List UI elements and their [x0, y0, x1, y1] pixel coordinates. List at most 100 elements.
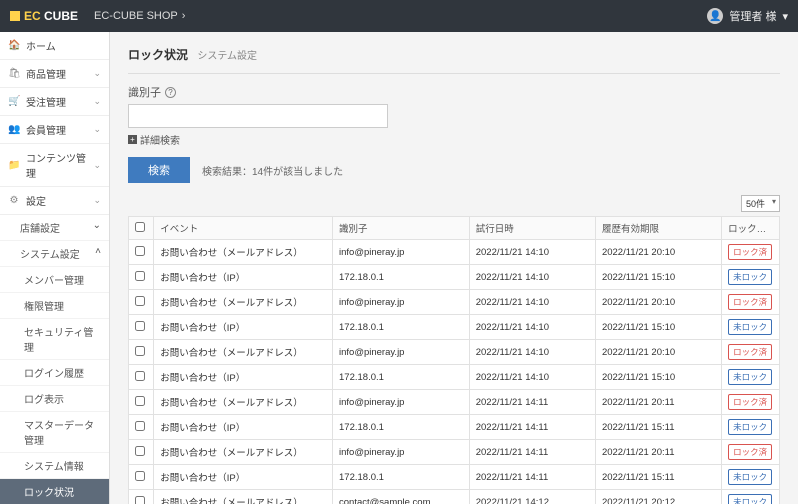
main-content: ロック状況 システム設定 識別子 ? + 詳細検索 検索 検索結果：14件が該当… — [110, 32, 798, 504]
cell-attempt-time: 2022/11/21 14:10 — [469, 290, 595, 315]
nav-sub-sub1[interactable]: 店舗設定⌄ — [0, 215, 109, 241]
help-icon[interactable]: ? — [165, 87, 176, 98]
cell-attempt-time: 2022/11/21 14:11 — [469, 390, 595, 415]
cell-attempt-time: 2022/11/21 14:10 — [469, 265, 595, 290]
nav-item-0[interactable]: 🏠ホーム — [0, 32, 109, 60]
nav-label: 設定 — [26, 193, 46, 208]
logo[interactable]: EC CUBE — [10, 9, 78, 23]
nav-label: 店舗設定 — [20, 224, 60, 235]
table-row: お問い合わせ（IP）172.18.0.12022/11/21 14:102022… — [129, 265, 780, 290]
cell-status: ロック済 — [722, 340, 780, 365]
cell-status: 未ロック — [722, 365, 780, 390]
cell-expiry: 2022/11/21 20:10 — [595, 340, 721, 365]
table-row: お問い合わせ（メールアドレス）contact@sample.com2022/11… — [129, 490, 780, 504]
identifier-input[interactable] — [128, 104, 388, 128]
search-button[interactable]: 検索 — [128, 157, 190, 183]
row-checkbox[interactable] — [135, 346, 145, 356]
shop-link[interactable]: EC-CUBE SHOP› — [94, 10, 185, 22]
cell-event: お問い合わせ（IP） — [154, 315, 333, 340]
status-badge: 未ロック — [728, 469, 772, 485]
nav-item-3[interactable]: 👥会員管理⌄ — [0, 116, 109, 144]
cell-expiry: 2022/11/21 15:10 — [595, 265, 721, 290]
nav-label: 権限管理 — [24, 302, 64, 313]
nav-label: メンバー管理 — [24, 276, 84, 287]
detail-search-label: 詳細検索 — [140, 132, 180, 147]
col-head-0 — [129, 217, 154, 240]
cell-status: 未ロック — [722, 315, 780, 340]
nav-icon: 🏠 — [8, 40, 20, 51]
detail-search-toggle[interactable]: + 詳細検索 — [128, 132, 780, 147]
status-badge: 未ロック — [728, 494, 772, 504]
cube-icon — [10, 11, 20, 21]
row-checkbox[interactable] — [135, 396, 145, 406]
cell-identifier: info@pineray.jp — [333, 440, 470, 465]
cell-expiry: 2022/11/21 15:11 — [595, 415, 721, 440]
row-checkbox[interactable] — [135, 296, 145, 306]
table-row: お問い合わせ（IP）172.18.0.12022/11/21 14:102022… — [129, 315, 780, 340]
chevron-down-icon: ⌄ — [93, 96, 101, 107]
breadcrumb: ロック状況 システム設定 — [128, 40, 780, 74]
col-head-2: 識別子 — [333, 217, 470, 240]
row-checkbox[interactable] — [135, 321, 145, 331]
row-checkbox-cell — [129, 240, 154, 265]
cell-identifier: 172.18.0.1 — [333, 415, 470, 440]
user-menu[interactable]: 👤 管理者 様 ▾ — [707, 8, 788, 24]
row-checkbox-cell — [129, 315, 154, 340]
cell-attempt-time: 2022/11/21 14:11 — [469, 415, 595, 440]
row-checkbox[interactable] — [135, 421, 145, 431]
nav-system-3[interactable]: ログイン履歴 — [0, 360, 109, 386]
status-badge: ロック済 — [728, 244, 772, 260]
nav-system-2[interactable]: セキュリティ管理 — [0, 319, 109, 360]
select-all-checkbox[interactable] — [135, 222, 145, 232]
nav-item-2[interactable]: 🛒受注管理⌄ — [0, 88, 109, 116]
row-checkbox-cell — [129, 440, 154, 465]
nav-item-4[interactable]: 📁コンテンツ管理⌄ — [0, 144, 109, 187]
nav-system-6[interactable]: システム情報 — [0, 453, 109, 479]
cell-attempt-time: 2022/11/21 14:10 — [469, 315, 595, 340]
chevron-down-icon: ⌄ — [93, 160, 101, 171]
cell-expiry: 2022/11/21 20:10 — [595, 290, 721, 315]
cell-status: 未ロック — [722, 415, 780, 440]
avatar-icon: 👤 — [707, 8, 723, 24]
row-checkbox[interactable] — [135, 446, 145, 456]
table-row: お問い合わせ（IP）172.18.0.12022/11/21 14:112022… — [129, 465, 780, 490]
row-checkbox-cell — [129, 290, 154, 315]
cell-status: ロック済 — [722, 390, 780, 415]
nav-label: システム情報 — [24, 462, 84, 473]
cell-attempt-time: 2022/11/21 14:10 — [469, 365, 595, 390]
nav-label: コンテンツ管理 — [26, 150, 87, 180]
cell-event: お問い合わせ（メールアドレス） — [154, 390, 333, 415]
search-label-row: 識別子 ? — [128, 84, 780, 100]
nav-system-1[interactable]: 権限管理 — [0, 293, 109, 319]
row-checkbox-cell — [129, 415, 154, 440]
cell-status: ロック済 — [722, 290, 780, 315]
status-badge: 未ロック — [728, 269, 772, 285]
table-row: お問い合わせ（メールアドレス）info@pineray.jp2022/11/21… — [129, 340, 780, 365]
cell-expiry: 2022/11/21 20:11 — [595, 440, 721, 465]
nav-item-5[interactable]: ⚙設定⌄ — [0, 187, 109, 215]
nav-item-1[interactable]: 🛍商品管理⌄ — [0, 60, 109, 88]
cell-identifier: info@pineray.jp — [333, 290, 470, 315]
col-head-3: 試行日時 — [469, 217, 595, 240]
cell-status: 未ロック — [722, 490, 780, 504]
nav-system-4[interactable]: ログ表示 — [0, 386, 109, 412]
cell-identifier: contact@sample.com — [333, 490, 470, 504]
row-checkbox[interactable] — [135, 246, 145, 256]
row-checkbox[interactable] — [135, 471, 145, 481]
row-checkbox[interactable] — [135, 271, 145, 281]
nav-system-7[interactable]: ロック状況 — [0, 479, 109, 504]
row-checkbox-cell — [129, 390, 154, 415]
page-size-select[interactable]: 50件 — [741, 195, 780, 212]
cell-identifier: info@pineray.jp — [333, 390, 470, 415]
nav-label: セキュリティ管理 — [24, 328, 93, 354]
cell-status: 未ロック — [722, 465, 780, 490]
nav-sub-sub2[interactable]: システム設定˄ — [0, 241, 109, 267]
nav-system-5[interactable]: マスターデータ管理 — [0, 412, 109, 453]
cell-identifier: info@pineray.jp — [333, 240, 470, 265]
nav-system-0[interactable]: メンバー管理 — [0, 267, 109, 293]
row-checkbox-cell — [129, 265, 154, 290]
row-checkbox[interactable] — [135, 496, 145, 504]
row-checkbox[interactable] — [135, 371, 145, 381]
nav-label: 会員管理 — [26, 122, 66, 137]
cell-identifier: info@pineray.jp — [333, 340, 470, 365]
